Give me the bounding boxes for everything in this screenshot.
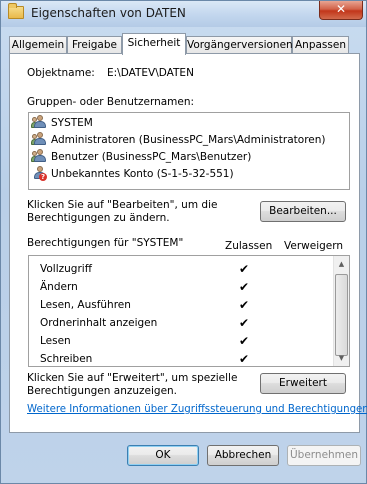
tab-anpassen[interactable]: Anpassen — [292, 36, 349, 54]
cancel-button[interactable]: Abbrechen — [207, 445, 279, 466]
permissions-label: Berechtigungen für "SYSTEM" — [27, 237, 184, 249]
users-group-icon — [31, 149, 48, 163]
users-group-icon — [31, 115, 48, 129]
permission-name: Lesen — [40, 335, 71, 347]
allow-checkmark: ✔ — [239, 316, 250, 330]
info-link[interactable]: Weitere Informationen über Zugriffssteue… — [27, 404, 367, 415]
group-item-administratoren[interactable]: Administratoren (BusinessPC_Mars\Adminis… — [31, 132, 326, 149]
folder-icon — [8, 3, 24, 19]
title-bar[interactable]: Eigenschaften von DATEN ✕ — [1, 1, 366, 27]
security-panel: Objektname: E:\DATEV\DATEN Gruppen- oder… — [9, 53, 367, 433]
advanced-hint-line2: Berechtigungen anzuzeigen. — [27, 385, 178, 397]
edit-hint-line2: Berechtigungen zu ändern. — [27, 212, 170, 224]
object-name-value: E:\DATEV\DATEN — [107, 67, 194, 79]
allow-checkmark: ✔ — [239, 262, 250, 276]
tab-freigabe[interactable]: Freigabe — [67, 36, 122, 54]
advanced-hint-line1: Klicken Sie auf "Erweitert", um speziell… — [27, 372, 238, 384]
apply-button[interactable]: Übernehmen — [287, 445, 361, 466]
edit-hint-line1: Klicken Sie auf "Bearbeiten", um die — [27, 199, 218, 211]
allow-column-header: Zulassen — [225, 240, 273, 252]
scroll-up-icon[interactable]: ▲ — [334, 256, 349, 272]
permission-name: Lesen, Ausführen — [40, 299, 131, 311]
permission-name: Ordnerinhalt anzeigen — [40, 317, 158, 329]
advanced-button[interactable]: Erweitert — [260, 373, 346, 394]
group-item-unbekanntes-konto[interactable]: ? Unbekanntes Konto (S-1-5-32-551) — [32, 166, 234, 183]
users-group-icon — [31, 132, 48, 146]
properties-window: Eigenschaften von DATEN ✕ Allgemein Frei… — [0, 0, 367, 484]
ok-button[interactable]: OK — [127, 445, 199, 466]
deny-column-header: Verweigern — [284, 240, 344, 252]
edit-button[interactable]: Bearbeiten... — [260, 201, 346, 222]
permission-name: Vollzugriff — [40, 263, 92, 275]
allow-checkmark: ✔ — [239, 334, 250, 348]
permission-name: Schreiben — [40, 353, 93, 365]
window-title: Eigenschaften von DATEN — [31, 6, 186, 20]
groups-label: Gruppen- oder Benutzernamen: — [27, 96, 195, 108]
permissions-scrollbar[interactable]: ▲ ▼ — [333, 256, 349, 366]
scrollbar-thumb[interactable] — [335, 274, 348, 356]
allow-checkmark: ✔ — [239, 280, 250, 294]
tab-vorgaengerversionen[interactable]: Vorgängerversionen — [186, 36, 293, 54]
groups-listbox[interactable]: SYSTEM Administratoren (BusinessPC_Mars\… — [28, 112, 350, 190]
group-item-benutzer[interactable]: Benutzer (BusinessPC_Mars\Benutzer) — [31, 149, 251, 166]
allow-checkmark: ✔ — [239, 298, 250, 312]
close-button[interactable]: ✕ — [319, 1, 363, 20]
unknown-user-icon: ? — [32, 166, 48, 181]
dialog-footer: OK Abbrechen Übernehmen — [1, 433, 366, 484]
tab-sicherheit[interactable]: Sicherheit — [122, 33, 186, 55]
tab-strip: Allgemein Freigabe Sicherheit Vorgängerv… — [9, 33, 360, 55]
allow-checkmark: ✔ — [239, 352, 250, 366]
permissions-listbox[interactable]: Vollzugriff ✔ Ändern ✔ Lesen, Ausführen … — [28, 255, 350, 367]
scroll-down-icon[interactable]: ▼ — [334, 350, 349, 366]
tab-allgemein[interactable]: Allgemein — [9, 36, 67, 54]
group-item-system[interactable]: SYSTEM — [31, 115, 93, 132]
object-name-label: Objektname: — [27, 67, 95, 79]
permission-name: Ändern — [40, 281, 78, 293]
